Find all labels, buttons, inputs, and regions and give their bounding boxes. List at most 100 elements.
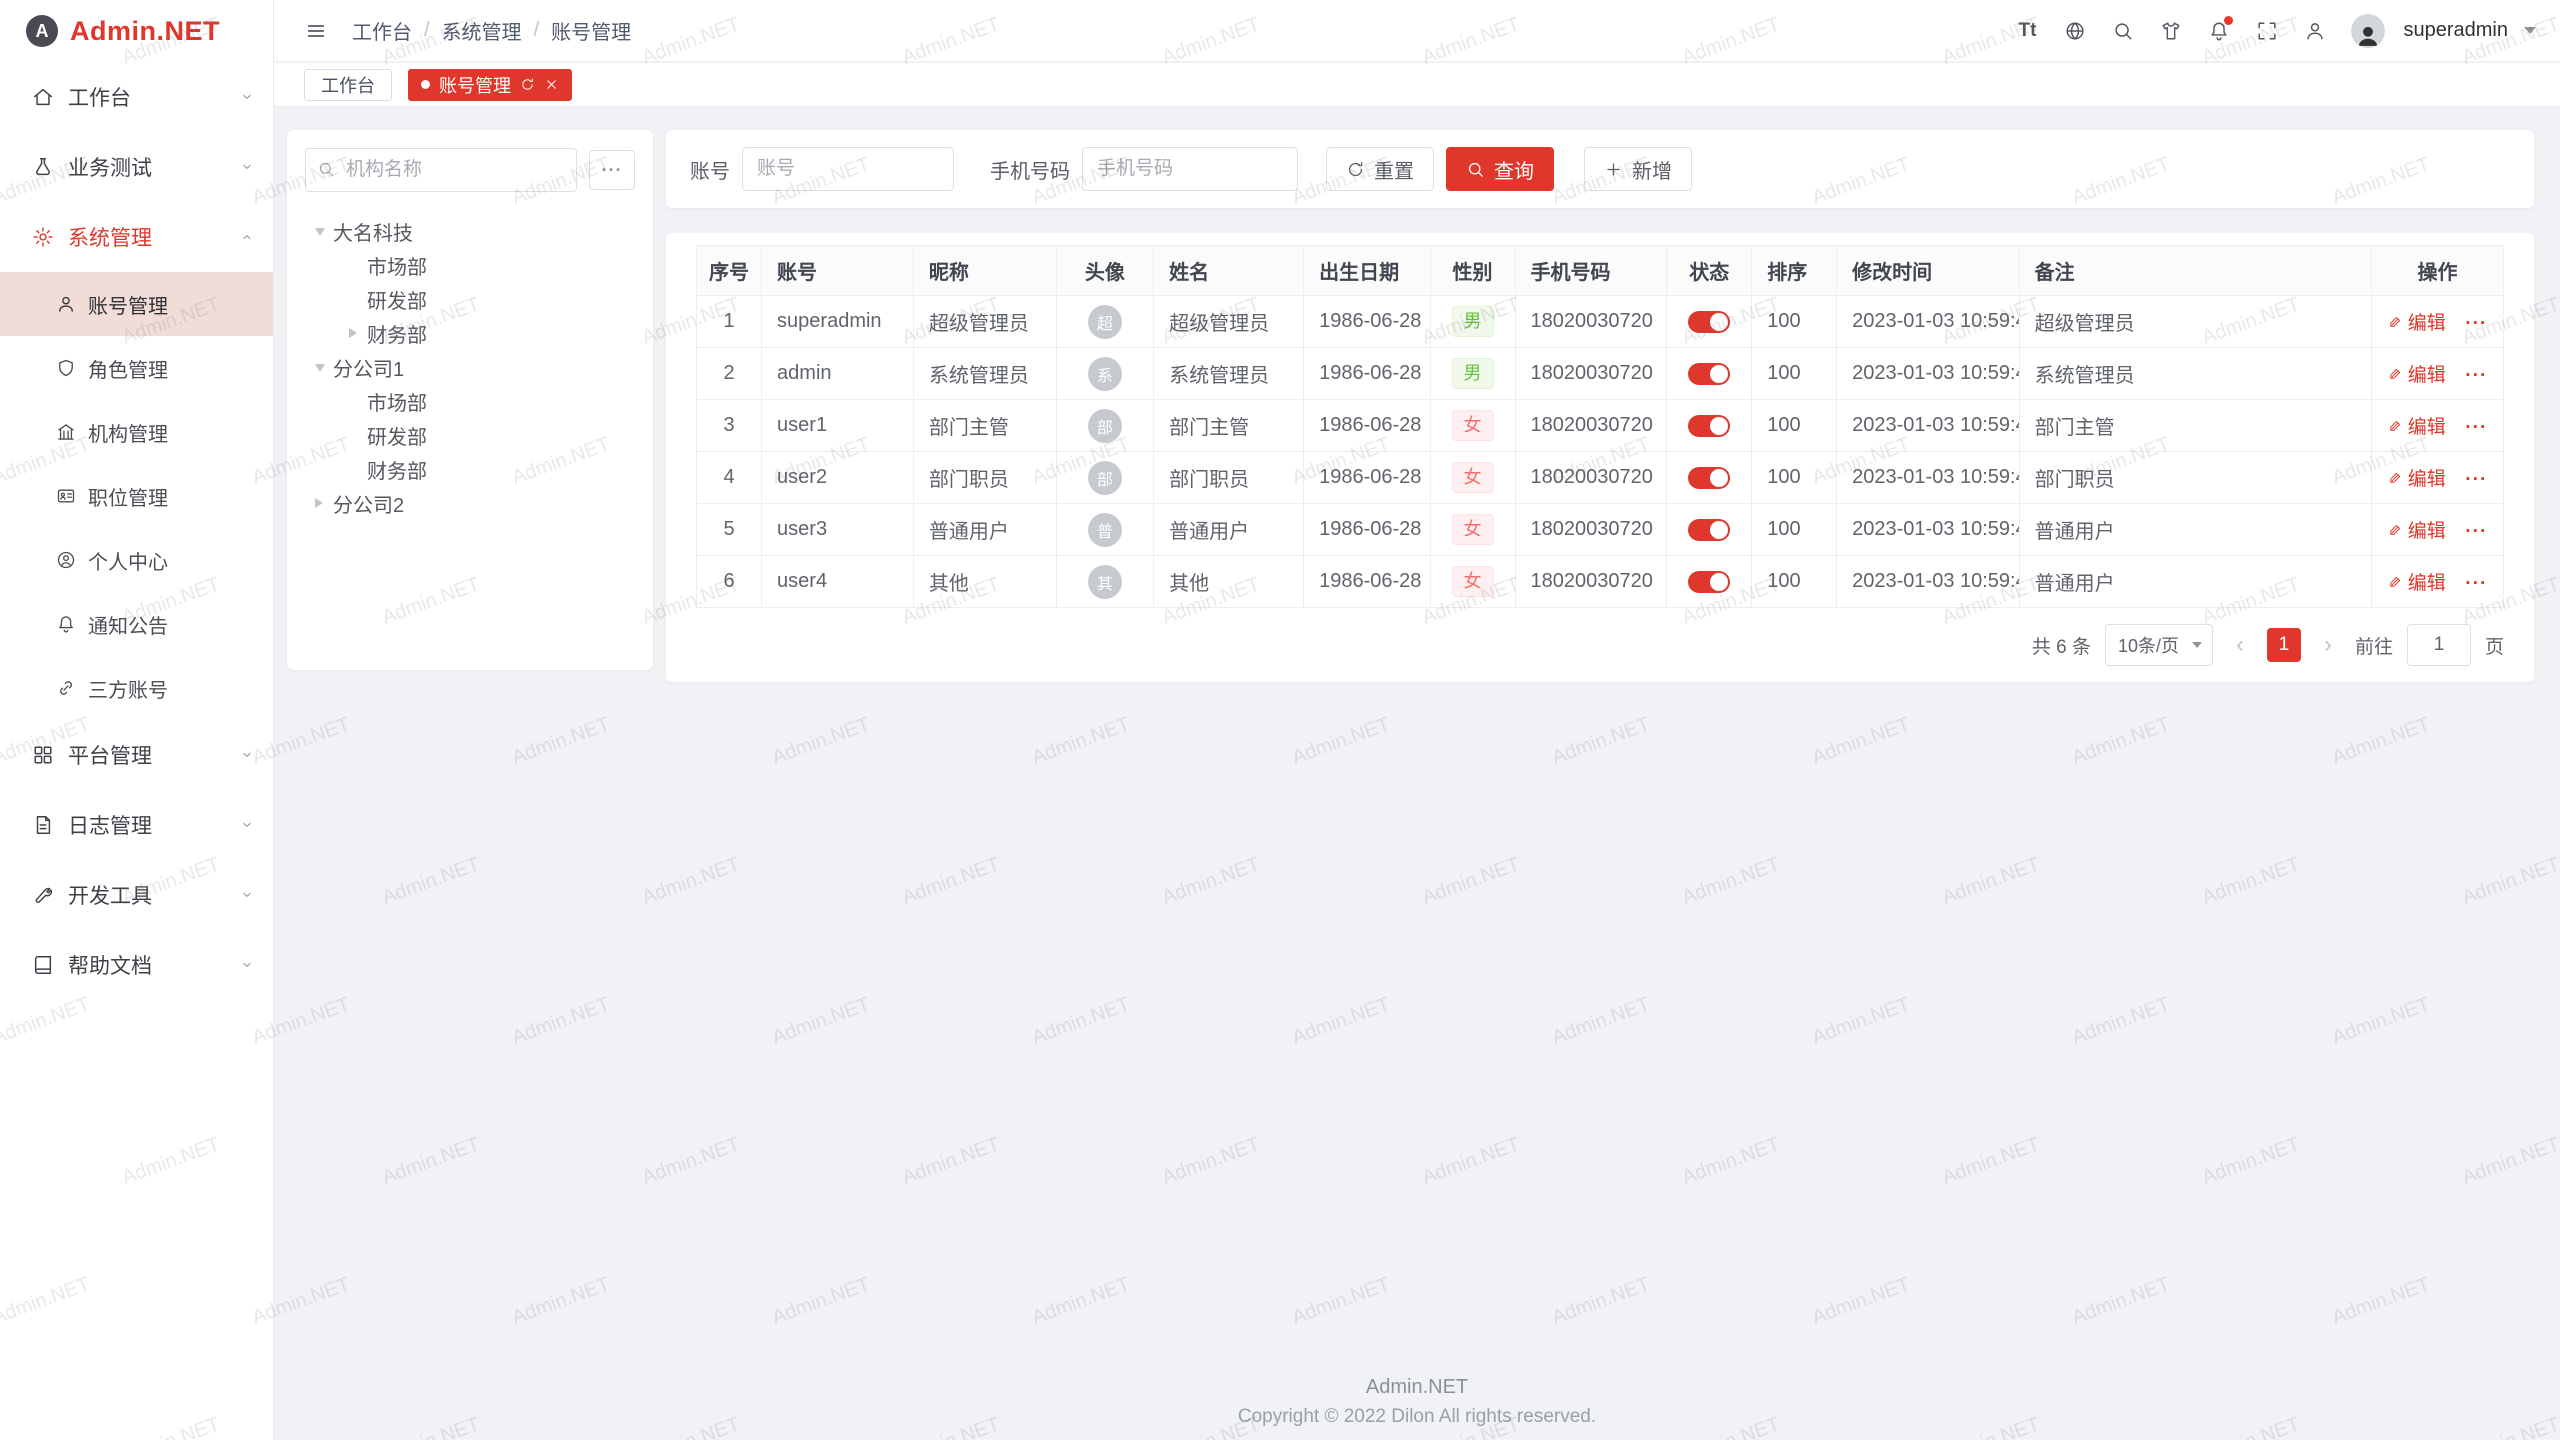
account-input[interactable] [742, 147, 954, 191]
notification-button[interactable] [2199, 11, 2239, 51]
tree-expand-caret[interactable] [315, 226, 333, 236]
sidebar-item-log-management[interactable]: 日志管理 [0, 790, 273, 860]
theme-skin-button[interactable] [2151, 11, 2191, 51]
cell-order: 100 [1752, 452, 1837, 504]
cell-remark: 部门主管 [2019, 400, 2371, 452]
row-more-button[interactable]: ··· [2465, 313, 2487, 334]
user-menu-chevron-icon[interactable] [2524, 27, 2536, 34]
edit-button[interactable]: 编辑 [2388, 360, 2446, 387]
tree-node[interactable]: 研发部 [305, 282, 635, 316]
row-more-button[interactable]: ··· [2465, 365, 2487, 386]
add-button[interactable]: 新增 [1584, 147, 1692, 191]
breadcrumb: 工作台 / 系统管理 / 账号管理 [352, 16, 631, 45]
app-logo[interactable]: A Admin.NET [0, 0, 273, 62]
breadcrumb-item[interactable]: 工作台 [352, 16, 412, 45]
cell-nickname: 普通用户 [913, 504, 1056, 556]
sidebar-item-role-management[interactable]: 角色管理 [0, 336, 273, 400]
edit-button[interactable]: 编辑 [2388, 412, 2446, 439]
row-more-button[interactable]: ··· [2465, 469, 2487, 490]
edit-button[interactable]: 编辑 [2388, 516, 2446, 543]
status-toggle[interactable] [1688, 467, 1730, 489]
status-toggle[interactable] [1688, 311, 1730, 333]
sidebar-item-workbench[interactable]: 工作台 [0, 62, 273, 132]
col-header-account: 账号 [762, 246, 914, 296]
search-icon [317, 160, 335, 178]
next-page-button[interactable]: › [2315, 631, 2341, 659]
tree-node[interactable]: 财务部 [305, 316, 635, 350]
breadcrumb-item[interactable]: 系统管理 [442, 16, 522, 45]
breadcrumb-item[interactable]: 账号管理 [551, 16, 631, 45]
edit-button-label: 编辑 [2408, 360, 2446, 387]
tab-close-icon[interactable] [544, 77, 559, 92]
tree-node[interactable]: 大名科技 [305, 214, 635, 248]
row-more-button[interactable]: ··· [2465, 573, 2487, 594]
status-toggle[interactable] [1688, 363, 1730, 385]
sidebar-item-help-docs[interactable]: 帮助文档 [0, 930, 273, 1000]
cell-modified: 2023-01-03 10:59:44 [1837, 452, 2020, 504]
sidebar-item-position-management[interactable]: 职位管理 [0, 464, 273, 528]
edit-button-label: 编辑 [2408, 464, 2446, 491]
sidebar-item-dev-tools[interactable]: 开发工具 [0, 860, 273, 930]
shirt-icon [2160, 20, 2182, 42]
cell-phone: 18020030720 [1515, 452, 1667, 504]
edit-button[interactable]: 编辑 [2388, 464, 2446, 491]
row-more-button[interactable]: ··· [2465, 521, 2487, 542]
tree-expand-caret[interactable] [349, 328, 367, 338]
cell-account: user4 [762, 556, 914, 608]
tree-node[interactable]: 分公司1 [305, 350, 635, 384]
menu-collapse-button[interactable] [298, 13, 334, 49]
cell-gender: 男 [1430, 348, 1515, 400]
sidebar-item-business-test[interactable]: 业务测试 [0, 132, 273, 202]
query-button[interactable]: 查询 [1446, 147, 1554, 191]
tree-expand-caret[interactable] [315, 498, 333, 508]
row-more-button[interactable]: ··· [2465, 417, 2487, 438]
tree-node[interactable]: 研发部 [305, 418, 635, 452]
font-size-button[interactable]: Tt [2007, 11, 2047, 51]
tree-node[interactable]: 财务部 [305, 452, 635, 486]
edit-button[interactable]: 编辑 [2388, 308, 2446, 335]
org-name-search-input[interactable] [305, 148, 577, 192]
tab-refresh-icon[interactable] [520, 77, 535, 92]
sidebar-item-system-management[interactable]: 系统管理 [0, 202, 273, 272]
col-header-modified: 修改时间 [1837, 246, 2020, 296]
fullscreen-button[interactable] [2247, 11, 2287, 51]
page-size-select[interactable]: 10条/页 [2105, 624, 2213, 666]
org-more-button[interactable]: ··· [589, 150, 635, 190]
sidebar-item-platform-management[interactable]: 平台管理 [0, 720, 273, 790]
sidebar-item-org-management[interactable]: 机构管理 [0, 400, 273, 464]
current-page-button[interactable]: 1 [2267, 628, 2301, 662]
reset-button[interactable]: 重置 [1326, 147, 1434, 191]
tree-node[interactable]: 市场部 [305, 384, 635, 418]
locale-button[interactable] [2055, 11, 2095, 51]
book-icon [32, 954, 54, 976]
col-header-remark: 备注 [2019, 246, 2371, 296]
sidebar-item-personal-center[interactable]: 个人中心 [0, 528, 273, 592]
profile-button[interactable] [2295, 11, 2335, 51]
tab-workbench[interactable]: 工作台 [304, 69, 392, 101]
username[interactable]: superadmin [2403, 19, 2508, 42]
sidebar-item-label: 通知公告 [88, 610, 168, 639]
edit-button-label: 编辑 [2408, 516, 2446, 543]
edit-pencil-icon [2388, 470, 2403, 485]
tree-node[interactable]: 分公司2 [305, 486, 635, 520]
phone-input[interactable] [1082, 147, 1298, 191]
edit-button[interactable]: 编辑 [2388, 568, 2446, 595]
sidebar-item-notice[interactable]: 通知公告 [0, 592, 273, 656]
sidebar-item-third-party-account[interactable]: 三方账号 [0, 656, 273, 720]
cell-order: 100 [1752, 556, 1837, 608]
status-toggle[interactable] [1688, 415, 1730, 437]
tab-account-management[interactable]: 账号管理 [408, 69, 572, 101]
sidebar-item-account-management[interactable]: 账号管理 [0, 272, 273, 336]
cell-birthday: 1986-06-28 [1304, 296, 1430, 348]
user-avatar[interactable] [2351, 14, 2385, 48]
fullscreen-icon [2256, 20, 2278, 42]
goto-page-input[interactable] [2407, 624, 2471, 666]
tree-expand-caret[interactable] [315, 362, 333, 372]
prev-page-button[interactable]: ‹ [2227, 631, 2253, 659]
status-toggle[interactable] [1688, 519, 1730, 541]
tree-node[interactable]: 市场部 [305, 248, 635, 282]
global-search-button[interactable] [2103, 11, 2143, 51]
page-size-value: 10条/页 [2118, 632, 2179, 658]
edit-pencil-icon [2388, 314, 2403, 329]
status-toggle[interactable] [1688, 571, 1730, 593]
